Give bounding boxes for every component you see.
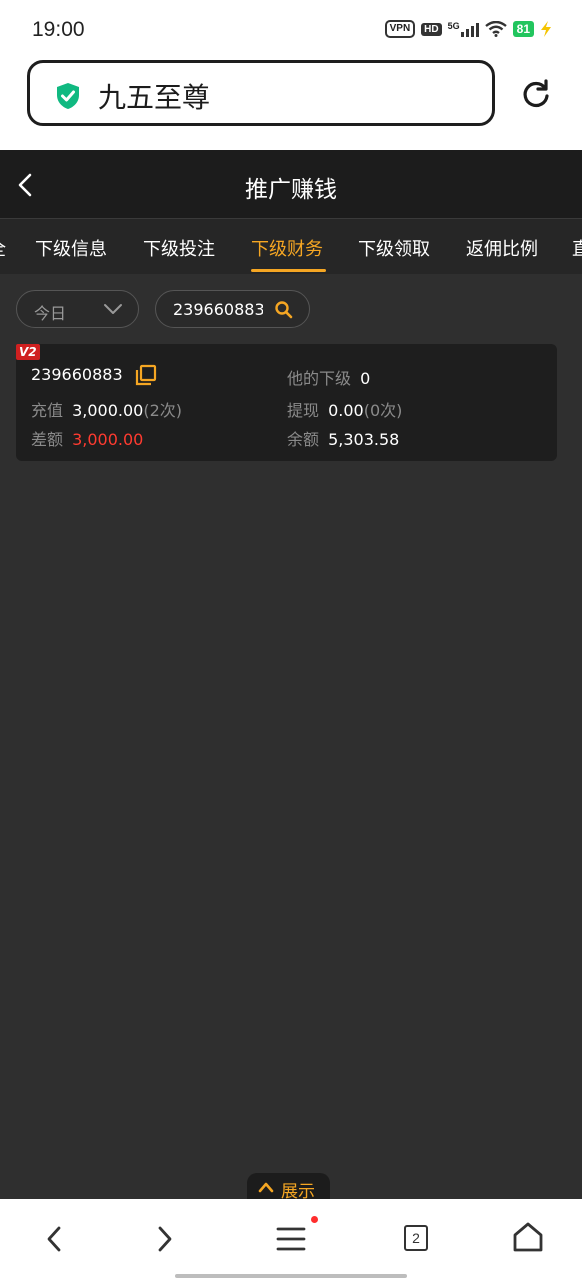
tab-sub-claims[interactable]: 下级领取 <box>358 235 430 261</box>
status-bar: 19:00 VPN HD 5G 81 <box>0 0 582 60</box>
url-title: 九五至尊 <box>98 81 211 114</box>
status-icons: VPN HD 5G 81 <box>384 20 552 38</box>
battery-icon: 81 <box>512 21 534 37</box>
chevron-down-icon <box>104 304 122 314</box>
level-badge: V2 <box>16 344 40 360</box>
sub-finance-card: V2 239660883 他的下级 0 充值 3,000.00(2次) 提现 0… <box>16 344 557 461</box>
balance-label: 余额 <box>287 430 320 449</box>
withdraw-row: 提现 0.00(0次) <box>287 397 402 421</box>
tab-partial-right: 直 <box>572 235 582 261</box>
status-time: 19:00 <box>32 18 85 41</box>
tabs-icon[interactable]: 2 <box>404 1225 428 1251</box>
hd-icon: HD <box>421 22 442 36</box>
recharge-count: (2次) <box>143 401 183 420</box>
page-title: 推广赚钱 <box>245 177 337 203</box>
recharge-label: 充值 <box>31 401 64 420</box>
shield-check-icon <box>57 83 79 109</box>
diff-label: 差额 <box>31 430 64 449</box>
diff-row: 差额 3,000.00 <box>31 426 143 450</box>
tab-rebate-ratio[interactable]: 返佣比例 <box>466 235 538 261</box>
charging-icon <box>541 21 551 37</box>
search-input[interactable]: 239660883 <box>155 290 310 328</box>
menu-icon[interactable] <box>276 1225 306 1253</box>
network-type-label: 5G <box>447 21 460 31</box>
date-range-value: 今日 <box>34 304 67 323</box>
notification-dot <box>311 1216 318 1223</box>
date-range-select[interactable]: 今日 <box>16 290 139 328</box>
tab-sub-bets[interactable]: 下级投注 <box>143 235 215 261</box>
signal-icon: 5G <box>448 21 479 37</box>
back-arrow-icon[interactable] <box>42 1223 66 1255</box>
copy-icon[interactable] <box>135 364 157 386</box>
sub-count: 他的下级 0 <box>287 365 370 389</box>
tab-bar: 全 下级信息 下级投注 下级财务 下级领取 返佣比例 直 <box>0 218 582 274</box>
address-field[interactable]: 九五至尊 <box>27 60 495 126</box>
home-icon[interactable] <box>512 1221 544 1253</box>
forward-arrow-icon[interactable] <box>153 1223 177 1255</box>
tab-sub-info[interactable]: 下级信息 <box>35 235 107 261</box>
withdraw-count: (0次) <box>363 401 403 420</box>
browser-nav-bar: 2 <box>0 1199 582 1280</box>
balance-value: 5,303.58 <box>328 430 400 449</box>
tab-sub-finance[interactable]: 下级财务 <box>251 235 323 261</box>
sub-count-label: 他的下级 <box>287 369 352 388</box>
recharge-value: 3,000.00 <box>72 401 144 420</box>
recharge-row: 充值 3,000.00(2次) <box>31 397 182 421</box>
app-header: 推广赚钱 <box>0 150 582 218</box>
withdraw-value: 0.00 <box>328 401 364 420</box>
filter-row: 今日 239660883 <box>0 290 582 330</box>
tab-partial-left: 全 <box>0 235 6 261</box>
browser-url-bar: 九五至尊 <box>0 60 582 150</box>
balance-row: 余额 5,303.58 <box>287 426 399 450</box>
user-id: 239660883 <box>31 365 123 384</box>
search-value: 239660883 <box>173 300 263 319</box>
vpn-icon: VPN <box>384 20 416 38</box>
reload-icon[interactable] <box>520 78 552 110</box>
chevron-up-icon <box>258 1182 274 1193</box>
diff-value: 3,000.00 <box>72 430 144 449</box>
active-tab-indicator <box>251 269 326 272</box>
sub-count-value: 0 <box>360 369 371 388</box>
wifi-icon <box>484 21 507 37</box>
withdraw-label: 提现 <box>287 401 320 420</box>
home-indicator <box>175 1274 407 1278</box>
search-icon[interactable] <box>274 300 294 320</box>
